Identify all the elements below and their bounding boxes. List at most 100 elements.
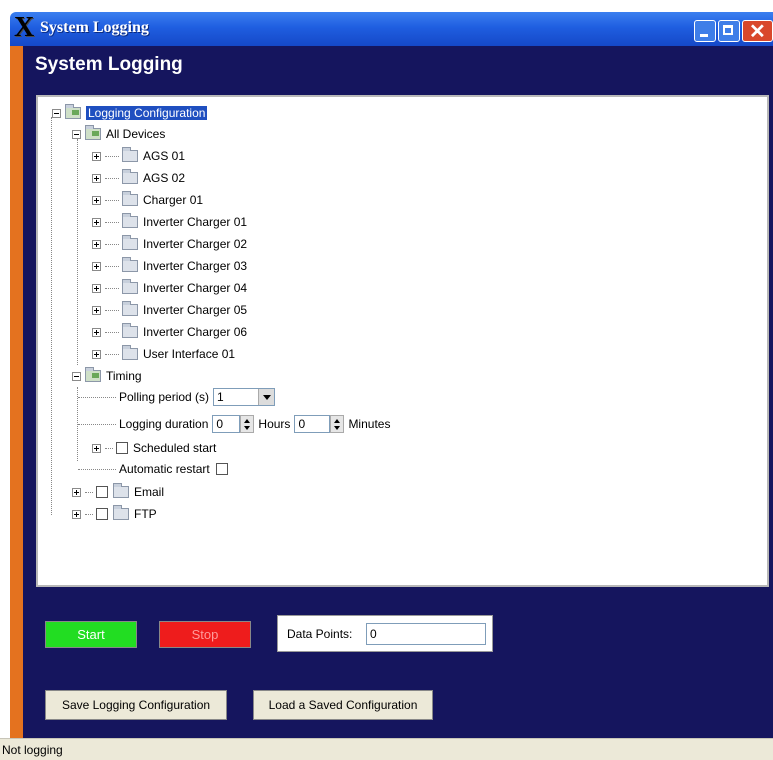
folder-icon xyxy=(122,345,138,360)
folder-icon xyxy=(113,505,129,520)
folder-icon xyxy=(122,191,138,206)
folder-open-icon xyxy=(85,125,101,140)
chevron-down-icon[interactable] xyxy=(258,389,275,405)
ftp-checkbox[interactable] xyxy=(96,508,108,520)
polling-period-row: Polling period (s) 1 xyxy=(78,388,276,406)
tree-guide-line xyxy=(77,139,78,365)
folder-icon xyxy=(122,169,138,184)
tree-node-scheduled-start[interactable]: Scheduled start xyxy=(92,439,216,457)
collapse-icon[interactable] xyxy=(72,129,81,139)
tree-node-device[interactable]: Inverter Charger 01 xyxy=(92,213,247,231)
tree-node-device[interactable]: Charger 01 xyxy=(92,191,203,209)
folder-icon xyxy=(122,257,138,272)
start-button[interactable]: Start xyxy=(45,621,137,648)
expand-icon[interactable] xyxy=(92,349,101,359)
folder-open-icon xyxy=(85,367,101,382)
hours-label: Hours xyxy=(258,417,291,431)
configuration-tree[interactable]: Logging Configuration All Devices AGS 01… xyxy=(36,95,769,587)
tree-node-label: Inverter Charger 04 xyxy=(143,281,248,295)
data-points-label: Data Points: xyxy=(287,627,353,641)
close-icon: ✕ xyxy=(749,21,766,43)
folder-icon xyxy=(122,301,138,316)
header-bar: System Logging xyxy=(23,46,773,90)
tree-guide-line xyxy=(51,117,52,515)
folder-icon xyxy=(122,213,138,228)
logging-duration-row: Logging duration 0 Hours 0 Minutes xyxy=(78,415,390,433)
data-points-panel: Data Points: 0 xyxy=(277,615,493,652)
tree-node-device[interactable]: Inverter Charger 02 xyxy=(92,235,247,253)
system-logging-window: X System Logging ✕ System Logging Loggin… xyxy=(0,0,773,760)
polling-period-select[interactable]: 1 xyxy=(213,388,276,406)
status-bar: Not logging xyxy=(0,738,773,760)
close-button[interactable]: ✕ xyxy=(742,20,773,43)
expand-icon[interactable] xyxy=(92,217,101,227)
tree-node-label: Inverter Charger 05 xyxy=(143,303,248,317)
expand-icon[interactable] xyxy=(92,173,101,183)
automatic-restart-checkbox[interactable] xyxy=(215,463,228,475)
title-bar[interactable]: X System Logging ✕ xyxy=(10,12,773,46)
tree-node-label: AGS 01 xyxy=(143,149,186,163)
automatic-restart-label: Automatic restart xyxy=(119,462,210,476)
window-title: System Logging xyxy=(40,19,149,36)
maximize-button[interactable] xyxy=(718,20,740,42)
automatic-restart-row: Automatic restart xyxy=(78,460,233,478)
data-points-field[interactable]: 0 xyxy=(366,623,486,645)
expand-icon[interactable] xyxy=(92,443,101,453)
tree-node-logging-configuration[interactable]: Logging Configuration xyxy=(52,104,208,122)
expand-icon[interactable] xyxy=(92,283,101,293)
minutes-label: Minutes xyxy=(348,417,391,431)
collapse-icon[interactable] xyxy=(72,371,81,381)
tree-node-device[interactable]: Inverter Charger 06 xyxy=(92,323,247,341)
tree-node-label: Logging Configuration xyxy=(86,106,208,120)
minutes-spinner[interactable] xyxy=(330,415,345,433)
tree-node-label: Email xyxy=(134,485,165,499)
tree-node-device[interactable]: User Interface 01 xyxy=(92,345,235,363)
stop-button[interactable]: Stop xyxy=(159,621,251,648)
tree-node-device[interactable]: Inverter Charger 05 xyxy=(92,301,247,319)
page-title: System Logging xyxy=(35,54,183,75)
minutes-input[interactable]: 0 xyxy=(294,415,331,433)
hours-input[interactable]: 0 xyxy=(212,415,241,433)
folder-icon xyxy=(122,147,138,162)
polling-period-value: 1 xyxy=(217,390,224,404)
expand-icon[interactable] xyxy=(72,509,81,519)
tree-node-label: Inverter Charger 03 xyxy=(143,259,248,273)
tree-node-device[interactable]: AGS 02 xyxy=(92,169,185,187)
tree-node-timing[interactable]: Timing xyxy=(72,367,142,385)
expand-icon[interactable] xyxy=(92,195,101,205)
email-checkbox[interactable] xyxy=(96,486,108,498)
tree-node-email[interactable]: Email xyxy=(72,483,164,501)
expand-icon[interactable] xyxy=(92,327,101,337)
accent-stripe xyxy=(10,46,23,760)
status-text: Not logging xyxy=(2,743,63,757)
expand-icon[interactable] xyxy=(92,239,101,249)
expand-icon[interactable] xyxy=(92,305,101,315)
hours-value: 0 xyxy=(216,417,224,431)
tree-node-device[interactable]: Inverter Charger 03 xyxy=(92,257,247,275)
tree-node-device[interactable]: AGS 01 xyxy=(92,147,185,165)
minutes-value: 0 xyxy=(298,417,306,431)
tree-node-label: Charger 01 xyxy=(143,193,204,207)
tree-node-label: User Interface 01 xyxy=(143,347,236,361)
collapse-icon[interactable] xyxy=(52,108,61,118)
expand-icon[interactable] xyxy=(72,487,81,497)
expand-icon[interactable] xyxy=(92,261,101,271)
tree-node-all-devices[interactable]: All Devices xyxy=(72,125,165,143)
folder-icon xyxy=(122,235,138,250)
tree-node-label: FTP xyxy=(134,507,157,521)
folder-open-icon xyxy=(65,104,81,119)
load-configuration-button[interactable]: Load a Saved Configuration xyxy=(253,690,433,720)
tree-node-label: All Devices xyxy=(106,127,166,141)
save-configuration-button[interactable]: Save Logging Configuration xyxy=(45,690,227,720)
folder-icon xyxy=(122,323,138,338)
expand-icon[interactable] xyxy=(92,151,101,161)
minimize-button[interactable] xyxy=(694,20,716,42)
folder-icon xyxy=(122,279,138,294)
hours-spinner[interactable] xyxy=(240,415,255,433)
scheduled-start-checkbox[interactable] xyxy=(116,442,128,454)
tree-node-device[interactable]: Inverter Charger 04 xyxy=(92,279,247,297)
tree-node-ftp[interactable]: FTP xyxy=(72,505,157,523)
tree-node-label: Timing xyxy=(106,369,142,383)
polling-period-label: Polling period (s) xyxy=(119,390,210,404)
tree-node-label: AGS 02 xyxy=(143,171,186,185)
